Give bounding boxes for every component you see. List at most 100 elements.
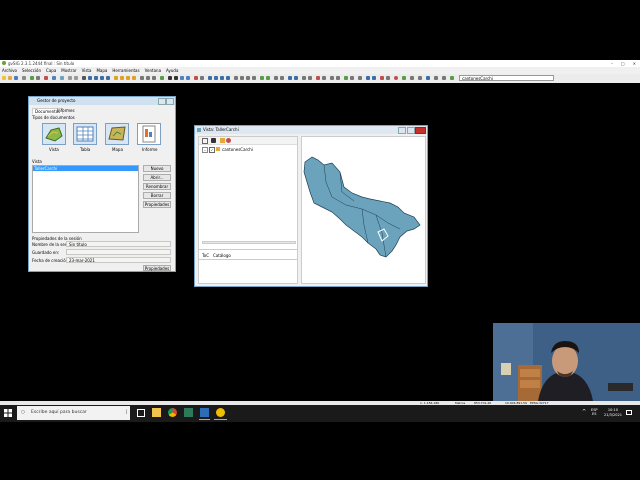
menu-ventana[interactable]: Ventana: [145, 68, 161, 73]
menu-capa[interactable]: Capa: [46, 68, 56, 73]
mapa-doc-icon[interactable]: [105, 123, 129, 145]
tool-v-icon[interactable]: [308, 76, 312, 80]
tool-ag-icon[interactable]: [386, 76, 390, 80]
tool-f-icon[interactable]: [200, 76, 204, 80]
layer-visible-checkbox[interactable]: ✓: [209, 147, 215, 153]
layer-folder-icon[interactable]: [220, 138, 225, 143]
layer-name[interactable]: cantonesCarchi: [222, 147, 253, 152]
select-icon[interactable]: [114, 76, 118, 80]
open-folder-icon[interactable]: [8, 76, 12, 80]
minimize-button[interactable]: [158, 98, 166, 105]
tool-p-icon[interactable]: [266, 76, 270, 80]
tab-informes[interactable]: Informes: [55, 108, 77, 113]
menu-ayuda[interactable]: Ayuda: [166, 68, 178, 73]
map-icon[interactable]: [60, 76, 64, 80]
tool-h-icon[interactable]: [214, 76, 218, 80]
tool-ac-icon[interactable]: [358, 76, 362, 80]
tray-up-arrow-icon[interactable]: ^: [582, 409, 586, 415]
menu-vista[interactable]: Vista: [82, 68, 92, 73]
tool-an-icon[interactable]: [450, 76, 454, 80]
tool-aa-icon[interactable]: [344, 76, 348, 80]
informe-doc-icon[interactable]: [137, 123, 161, 145]
pan-icon[interactable]: [82, 76, 86, 80]
tool-s-icon[interactable]: [288, 76, 292, 80]
view-titlebar[interactable]: Vista: TallerCarchi: [195, 126, 427, 134]
tool-e-icon[interactable]: [194, 76, 198, 80]
edit-icon[interactable]: [160, 76, 164, 80]
microphone-icon[interactable]: |: [125, 406, 127, 420]
tool-o-icon[interactable]: [260, 76, 264, 80]
tool-ae-icon[interactable]: [372, 76, 376, 80]
tool-am-icon[interactable]: [442, 76, 446, 80]
tab-catalogo[interactable]: Catálogo: [213, 253, 231, 258]
tool-r-icon[interactable]: [280, 76, 284, 80]
maximize-button[interactable]: [166, 98, 174, 105]
list-item[interactable]: TallerCarchi: [33, 166, 138, 171]
renombrar-button[interactable]: Renombrar: [143, 183, 171, 190]
select-rect-icon[interactable]: [120, 76, 124, 80]
minimize-button[interactable]: [398, 127, 406, 134]
maximize-button[interactable]: [407, 127, 415, 134]
tool-u-icon[interactable]: [302, 76, 306, 80]
menu-seleccion[interactable]: Selección: [22, 68, 41, 73]
menu-herramientas[interactable]: Herramientas: [112, 68, 139, 73]
propiedades-button[interactable]: Propiedades: [143, 201, 171, 208]
remove-icon[interactable]: [226, 138, 231, 143]
menu-archivo[interactable]: Archivo: [2, 68, 17, 73]
gvsig-taskbar-icon[interactable]: [216, 408, 225, 417]
tool-z-icon[interactable]: [336, 76, 340, 80]
app-icon-1[interactable]: [184, 408, 193, 417]
tabla-doc-icon[interactable]: [73, 123, 97, 145]
expand-icon[interactable]: −: [202, 147, 208, 153]
add-layer-icon[interactable]: [30, 76, 34, 80]
tool-i-icon[interactable]: [220, 76, 224, 80]
tool-n-icon[interactable]: [252, 76, 256, 80]
tool-c-icon[interactable]: [180, 76, 184, 80]
borrar-button[interactable]: Borrar: [143, 192, 171, 199]
add-layer-icon[interactable]: [211, 138, 216, 143]
project-manager-titlebar[interactable]: Gestor de proyecto: [29, 97, 175, 105]
chrome-icon[interactable]: [168, 408, 177, 417]
close-button[interactable]: [415, 127, 426, 134]
vista-doc-icon[interactable]: [42, 123, 66, 145]
menu-mostrar[interactable]: Mostrar: [61, 68, 76, 73]
properties-icon[interactable]: [36, 76, 40, 80]
app-icon-2[interactable]: [200, 408, 209, 417]
clock[interactable]: 10:10 21/3/2021: [604, 408, 622, 417]
tool-k-icon[interactable]: [234, 76, 238, 80]
tool-ai-icon[interactable]: [410, 76, 414, 80]
new-project-icon[interactable]: [2, 76, 6, 80]
maximize-button[interactable]: □: [621, 61, 625, 66]
taskbar-search-input[interactable]: ○ Escribe aquí para buscar |: [17, 406, 130, 420]
tool-y-icon[interactable]: [330, 76, 334, 80]
close-button[interactable]: ✕: [633, 61, 636, 66]
minimize-button[interactable]: –: [611, 61, 613, 66]
tool-ab-icon[interactable]: [350, 76, 354, 80]
tool-m-icon[interactable]: [246, 76, 250, 80]
windows-start-icon[interactable]: [4, 409, 12, 417]
abrir-button[interactable]: Abrir...: [143, 174, 171, 181]
tool-ak-icon[interactable]: [426, 76, 430, 80]
measure-area-icon[interactable]: [152, 76, 156, 80]
tool-ah-icon[interactable]: [402, 76, 406, 80]
stop-icon[interactable]: [394, 76, 398, 80]
zoom-in-icon[interactable]: [88, 76, 92, 80]
tool-x-icon[interactable]: [322, 76, 326, 80]
tool-b-icon[interactable]: [174, 76, 178, 80]
save-icon[interactable]: [14, 76, 18, 80]
invert-selection-icon[interactable]: [132, 76, 136, 80]
measure-distance-icon[interactable]: [146, 76, 150, 80]
table-icon[interactable]: [52, 76, 56, 80]
select-polygon-icon[interactable]: [126, 76, 130, 80]
tool-aj-icon[interactable]: [418, 76, 422, 80]
tool-l-icon[interactable]: [240, 76, 244, 80]
task-view-icon[interactable]: [137, 409, 145, 417]
nuevo-button[interactable]: Nuevo: [143, 165, 171, 172]
redo-icon[interactable]: [74, 76, 78, 80]
tool-af-icon[interactable]: [380, 76, 384, 80]
tool-ad-icon[interactable]: [366, 76, 370, 80]
active-layer-select[interactable]: cantonesCarchi: [459, 75, 554, 81]
tool-g-icon[interactable]: [208, 76, 212, 80]
zoom-layer-icon[interactable]: [106, 76, 110, 80]
file-explorer-icon[interactable]: [152, 408, 161, 417]
